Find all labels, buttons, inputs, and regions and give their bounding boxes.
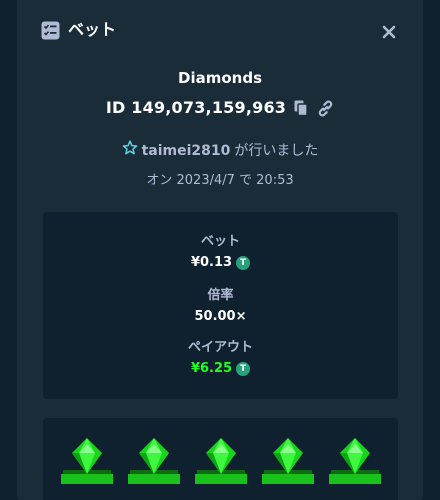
modal-title: ベット [68, 20, 117, 39]
bet-stats-panel: ベット ¥0.13 T 倍率 50.00× ペイアウト ¥6.25 T [43, 212, 398, 399]
tether-icon: T [236, 362, 251, 376]
multiplier-label: 倍率 [207, 288, 234, 303]
payout-value: ¥6.25 [190, 361, 233, 376]
close-button[interactable] [377, 20, 401, 44]
link-icon[interactable] [316, 99, 334, 117]
bet-timestamp: オン 2023/4/7 で 20:53 [146, 173, 294, 188]
bet-modal: ベット Diamonds ID 149,073,159,963 taimei28… [17, 0, 423, 500]
close-icon [382, 25, 396, 39]
vip-star-icon [122, 140, 138, 162]
bet-id: ID 149,073,159,963 [105, 98, 287, 117]
username-link[interactable]: taimei2810 [142, 141, 231, 161]
game-result-panel [43, 418, 398, 500]
bet-amount-stat: ベット ¥0.13 T [43, 233, 398, 272]
bet-amount-value-row: ¥0.13 T [190, 254, 251, 272]
green-gem-icon [193, 436, 249, 492]
payout-stat: ペイアウト ¥6.25 T [43, 339, 398, 378]
green-gem-icon [327, 436, 383, 492]
green-gem-icon [260, 436, 316, 492]
tether-icon: T [236, 256, 251, 270]
modal-header: ベット [17, 0, 423, 62]
multiplier-value: 50.00× [194, 309, 247, 324]
payout-value-row: ¥6.25 T [190, 360, 251, 378]
bet-id-row: ID 149,073,159,963 [17, 97, 423, 119]
placed-by-row: taimei2810 が行いました [17, 140, 423, 162]
placed-by-suffix: が行いました [234, 143, 319, 159]
game-name[interactable]: Diamonds [17, 68, 423, 88]
bet-amount-label: ベット [200, 234, 240, 249]
multiplier-stat: 倍率 50.00× [43, 287, 398, 326]
bet-amount-value: ¥0.13 [190, 255, 233, 270]
green-gem-icon [59, 436, 115, 492]
copy-icon[interactable] [292, 99, 310, 117]
green-gem-icon [126, 436, 182, 492]
payout-label: ペイアウト [187, 340, 253, 355]
bet-slip-icon [41, 21, 60, 40]
